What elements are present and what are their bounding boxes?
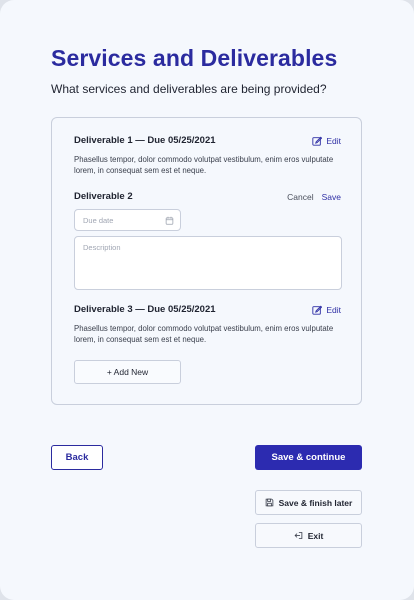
exit-icon bbox=[294, 532, 302, 539]
edit-icon bbox=[312, 305, 323, 315]
deliverable-3-header: Deliverable 3 — Due 05/25/2021 Edit bbox=[74, 304, 341, 315]
page-frame: Services and Deliverables What services … bbox=[0, 0, 414, 600]
deliverable-2-cancel-button[interactable]: Cancel bbox=[287, 192, 313, 202]
deliverable-3-edit-button[interactable]: Edit bbox=[312, 305, 341, 315]
deliverable-2-header: Deliverable 2 Cancel Save bbox=[74, 191, 341, 202]
save-finish-later-label: Save & finish later bbox=[278, 497, 353, 508]
description-placeholder: Description bbox=[83, 243, 121, 252]
calendar-icon[interactable] bbox=[165, 216, 174, 225]
edit-icon bbox=[312, 136, 323, 146]
due-date-placeholder: Due date bbox=[83, 215, 114, 225]
deliverable-3-description: Phasellus tempor, dolor commodo volutpat… bbox=[74, 324, 334, 344]
deliverable-3-edit-label: Edit bbox=[326, 304, 341, 315]
deliverable-1-edit-label: Edit bbox=[326, 135, 341, 146]
deliverable-2-actions: Cancel Save bbox=[287, 192, 341, 202]
deliverable-2-save-button[interactable]: Save bbox=[322, 192, 341, 202]
due-date-input[interactable]: Due date bbox=[74, 209, 181, 231]
exit-label: Exit bbox=[307, 530, 324, 541]
deliverable-2-title: Deliverable 2 bbox=[74, 191, 133, 202]
deliverable-3-title: Deliverable 3 — Due 05/25/2021 bbox=[74, 304, 216, 315]
deliverable-1-description: Phasellus tempor, dolor commodo volutpat… bbox=[74, 155, 334, 175]
save-icon bbox=[265, 498, 273, 507]
deliverable-1-edit-button[interactable]: Edit bbox=[312, 136, 341, 146]
deliverable-1-title: Deliverable 1 — Due 05/25/2021 bbox=[74, 135, 216, 146]
page-subtitle: What services and deliverables are being… bbox=[51, 82, 327, 96]
page-title: Services and Deliverables bbox=[51, 45, 338, 71]
save-continue-button[interactable]: Save & continue bbox=[255, 445, 362, 470]
deliverables-card: Deliverable 1 — Due 05/25/2021 Edit Phas… bbox=[51, 117, 362, 405]
description-textarea[interactable]: Description bbox=[74, 236, 342, 290]
add-new-button[interactable]: + Add New bbox=[74, 360, 181, 384]
deliverable-1-header: Deliverable 1 — Due 05/25/2021 Edit bbox=[74, 135, 341, 146]
back-button[interactable]: Back bbox=[51, 445, 103, 470]
exit-button[interactable]: Exit bbox=[255, 523, 362, 548]
save-finish-later-button[interactable]: Save & finish later bbox=[255, 490, 362, 515]
